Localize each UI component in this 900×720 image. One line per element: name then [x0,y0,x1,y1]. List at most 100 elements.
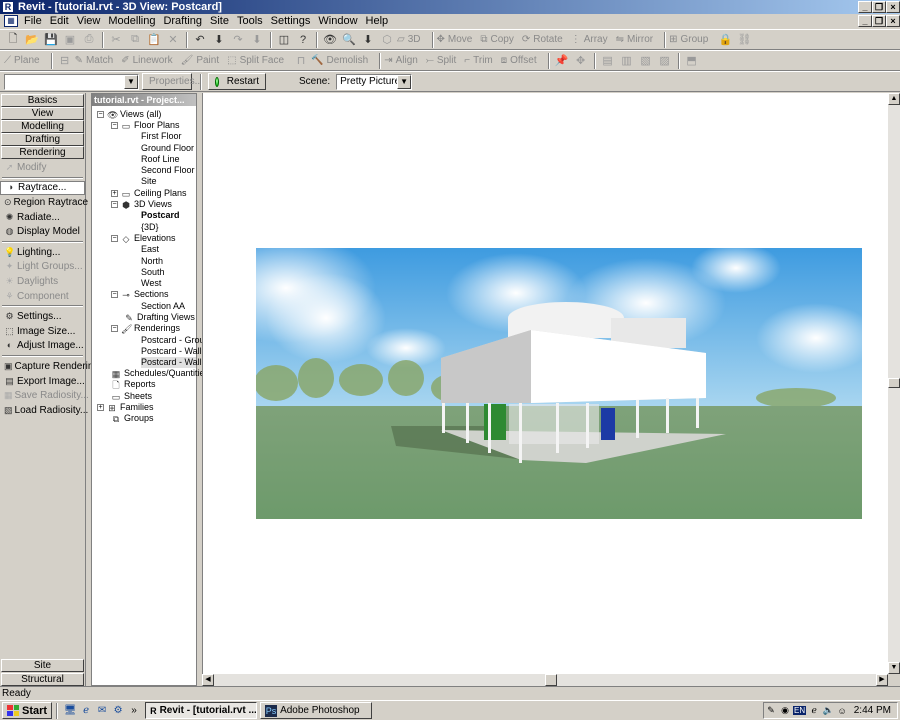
tree-item[interactable]: Postcard - Wall [141,346,202,357]
tab-site[interactable]: Site [1,659,84,672]
scene-select[interactable]: Pretty Picture ▼ [336,73,413,90]
paste-icon[interactable]: 📋 [145,32,163,48]
tree-groups[interactable]: ⧉ Groups [111,413,154,424]
menu-view[interactable]: View [73,14,105,28]
cut-icon[interactable]: ✂ [107,32,125,48]
expand-icon[interactable]: + [97,404,104,412]
tab-drafting[interactable]: Drafting [1,133,84,146]
tray-volume-icon[interactable]: 🔈 [821,705,835,716]
offset-button[interactable]: ⧈ Offset [501,55,537,66]
tree-families[interactable]: + ⊞ Families [97,402,154,413]
match-button[interactable]: ✎ Match [75,55,114,66]
scroll-right-icon[interactable]: ▶ [876,674,888,686]
paint-button[interactable]: 🖌 Paint [181,55,220,66]
dynamic-view-icon[interactable]: ⬡ [378,32,396,48]
array-button[interactable]: ⋮ Array [571,34,608,45]
tree-item[interactable]: First Floor [141,131,182,142]
view-canvas[interactable] [202,93,888,674]
tree-views-all[interactable]: − 👁 Views (all) [97,109,161,120]
dimension-icon[interactable]: ⊟ [56,53,74,69]
minimize-button[interactable]: _ [858,1,872,13]
tree-item[interactable]: South [141,267,165,278]
tree-item[interactable]: West [141,278,161,289]
menu-tools[interactable]: Tools [233,14,267,28]
chevron-down-icon[interactable]: ▼ [124,74,138,89]
component-tool[interactable]: ⚘ Component [0,289,85,304]
raytrace-tool[interactable]: ◑ Raytrace... [0,180,85,196]
tree-reports[interactable]: 🗋 Reports [111,379,155,390]
hide-category-icon[interactable]: ▥ [618,53,636,69]
daylights-tool[interactable]: ☀ Daylights [0,274,85,289]
tab-modelling[interactable]: Modelling [1,120,84,133]
align-button[interactable]: ⇥ Align [384,55,418,66]
tree-item[interactable]: {3D} [141,222,159,233]
trim-button[interactable]: ⌐ Trim [464,55,492,66]
display-model-tool[interactable]: ◍ Display Model [0,224,85,239]
tree-item[interactable]: East [141,244,159,255]
mirror-button[interactable]: ⇋ Mirror [616,34,654,45]
taskbar-revit[interactable]: R Revit - [tutorial.rvt ... [145,702,258,719]
thin-lines-icon[interactable]: ◫ [275,32,293,48]
default-3d-view-button[interactable]: ▱ 3D [397,34,421,45]
pin-icon[interactable]: 📌 [553,53,571,69]
lighting-tool[interactable]: 💡 Lighting... [0,245,85,260]
workset-icon[interactable]: ⬒ [683,53,701,69]
internet-explorer-icon[interactable]: ℯ [78,703,94,719]
collapse-icon[interactable]: − [111,122,118,130]
tab-rendering[interactable]: Rendering [1,146,84,159]
tab-structural[interactable]: Structural [1,673,84,686]
type-selector[interactable]: ▼ [4,73,139,90]
delete-icon[interactable]: ✕ [164,32,182,48]
unhide-element-icon[interactable]: ▧ [637,53,655,69]
tab-view[interactable]: View [1,107,84,120]
start-button[interactable]: Start [2,702,53,719]
move-button[interactable]: ✥ Move [437,34,473,45]
tree-item[interactable]: Roof Line [141,154,180,165]
unhide-category-icon[interactable]: ▨ [656,53,674,69]
menu-window[interactable]: Window [314,14,361,28]
restart-button[interactable]: Restart [208,73,266,90]
lock-icon[interactable]: 🔒 [716,32,734,48]
undo-dropdown-icon[interactable]: ⬇ [210,32,228,48]
adjust-image-tool[interactable]: ◐ Adjust Image... [0,339,85,354]
menu-settings[interactable]: Settings [267,14,315,28]
save-radiosity-tool[interactable]: ▦ Save Radiosity... [0,388,89,403]
tree-sections[interactable]: − ⊸ Sections [111,289,169,300]
clock[interactable]: 2:44 PM [854,705,891,716]
new-icon[interactable]: 🗋 [4,32,22,48]
copy-button[interactable]: ⧉ Copy [480,34,514,45]
group-button[interactable]: ⊞ Group [669,34,708,45]
chevron-down-icon[interactable]: ▼ [397,74,412,89]
restore-button[interactable]: ❐ [872,1,886,13]
show-desktop-icon[interactable]: 🖥 [62,703,78,719]
undo-icon[interactable]: ↶ [191,32,209,48]
redo-icon[interactable]: ↷ [229,32,247,48]
save-icon[interactable]: 💾 [42,32,60,48]
region-raytrace-tool[interactable]: ⊙ Region Raytrace [0,195,88,210]
collapse-icon[interactable]: − [111,325,118,333]
more-quicklaunch-icon[interactable]: » [126,703,142,719]
outlook-icon[interactable]: ✉ [94,703,110,719]
save-as-icon[interactable]: ▣ [61,32,79,48]
document-icon[interactable]: ▦ [4,15,18,27]
horizontal-scroll-thumb[interactable] [545,674,557,686]
modify-tool[interactable]: ➚ Modify [0,160,85,175]
image-size-tool[interactable]: ⬚ Image Size... [0,324,85,339]
tray-app-icon[interactable]: ✎ [764,705,778,716]
collapse-icon[interactable]: − [111,201,118,209]
revit-app-icon[interactable]: R [2,1,14,13]
zoom-icon[interactable]: 🔍 [340,32,358,48]
close-button[interactable]: × [886,1,900,13]
horizontal-scrollbar[interactable]: ◀ ▶ [202,674,888,686]
collapse-icon[interactable]: − [97,111,104,119]
tree-item[interactable]: North [141,256,163,267]
doc-restore-button[interactable]: ❐ [872,15,886,27]
work-plane-button[interactable]: ⟋ Plane [4,55,40,66]
unpin-icon[interactable]: ✥ [572,53,590,69]
tray-ie-icon[interactable]: ℯ [807,705,821,716]
redo-dropdown-icon[interactable]: ⬇ [248,32,266,48]
menu-help[interactable]: Help [362,14,393,28]
linework-button[interactable]: ✐ Linework [121,55,172,66]
load-radiosity-tool[interactable]: ▧ Load Radiosity... [0,403,88,418]
tree-elevations[interactable]: − ◇ Elevations [111,233,176,244]
